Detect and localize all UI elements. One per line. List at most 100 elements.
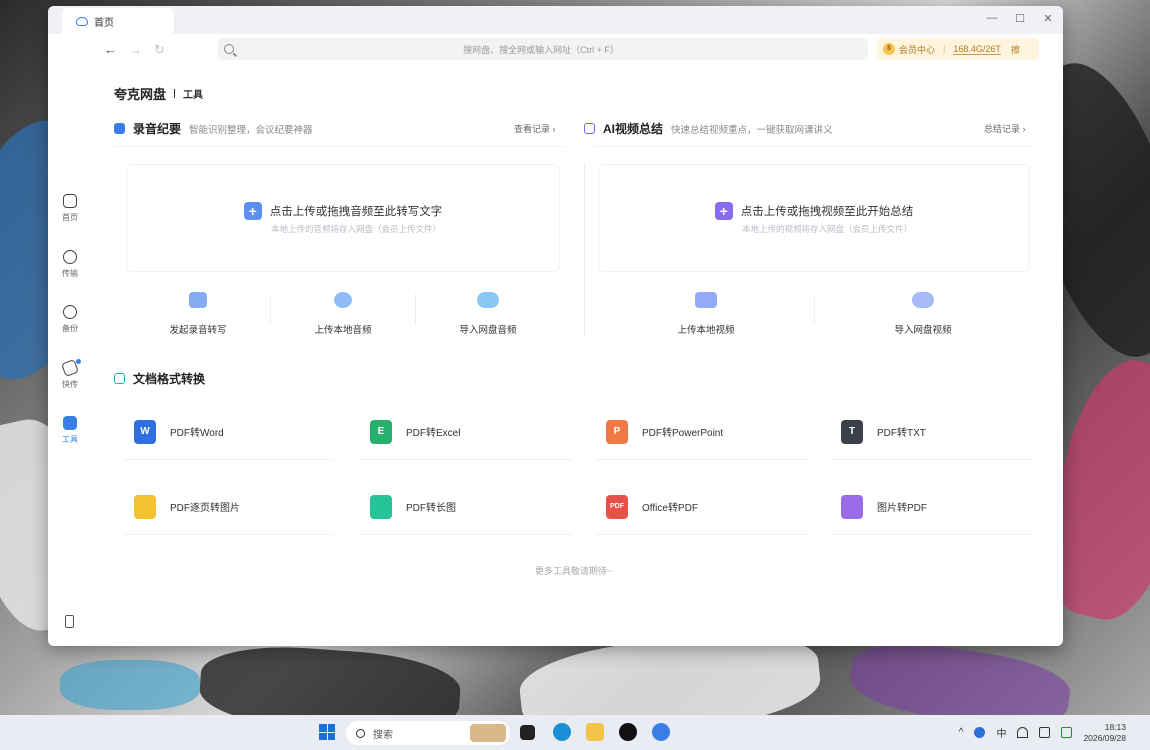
action-label: 发起录音转写 — [169, 325, 227, 336]
import-drive-audio-button[interactable]: 导入网盘音频 — [416, 292, 560, 336]
txt-icon: T — [841, 419, 863, 444]
edge-icon[interactable] — [553, 723, 571, 741]
sidebar-item-backup[interactable]: 备份 — [48, 305, 92, 334]
forward-arrow-icon[interactable]: → — [129, 42, 142, 58]
phone-icon[interactable] — [65, 615, 74, 628]
coin-icon: $ — [883, 43, 895, 55]
ai-video-desc: 快速总结视频重点，一键获取网课讲义 — [671, 124, 833, 136]
wifi-icon[interactable] — [1017, 727, 1029, 738]
upload-local-video-button[interactable]: 上传本地视频 — [598, 292, 814, 336]
sidebar-item-tools[interactable]: 工具 — [48, 416, 92, 445]
image-to-pdf-button[interactable]: 图片转PDF — [831, 479, 1034, 535]
sidebar-item-label: 工具 — [62, 435, 78, 444]
ai-video-actions: 上传本地视频 导入网盘视频 — [598, 292, 1031, 336]
action-label: 导入网盘音频 — [459, 325, 517, 336]
ai-video-title: AI视频总结 — [603, 122, 664, 136]
ai-video-history-link[interactable]: 总结记录 › — [984, 122, 1026, 135]
convert-label: PDF转TXT — [877, 428, 926, 439]
picture-pdf-icon — [841, 494, 863, 519]
maximize-button[interactable]: ☐ — [1013, 12, 1027, 25]
tools-icon — [63, 416, 77, 430]
vip-center-label[interactable]: 会员中心 — [899, 43, 935, 56]
excel-icon: E — [370, 419, 392, 444]
battery-icon[interactable] — [1061, 727, 1073, 738]
title-bar: 首页 — ☐ ✕ — [48, 6, 1063, 34]
convert-label: PDF转PowerPoint — [642, 428, 724, 439]
powerpoint-icon: P — [606, 419, 628, 444]
recording-title: 录音纪要 — [133, 122, 182, 136]
vip-extra[interactable]: 擦 — [1011, 43, 1020, 56]
recording-section-header: 录音纪要 智能识别整理，会议纪要神器 — [114, 120, 313, 137]
audio-disc-icon — [334, 292, 352, 308]
qq-icon[interactable] — [619, 723, 637, 741]
recording-actions: 发起录音转写 上传本地音频 导入网盘音频 — [126, 292, 560, 336]
convert-label: PDF转Excel — [406, 428, 461, 439]
file-explorer-icon[interactable] — [586, 723, 604, 741]
tray-app-icon[interactable] — [974, 727, 986, 738]
convert-label: PDF逐页转图片 — [170, 503, 240, 514]
quark-cloud-icon — [76, 16, 88, 26]
backup-icon — [63, 305, 77, 319]
tab-home[interactable]: 首页 — [62, 8, 174, 34]
page-title: 夸克网盘 — [114, 87, 167, 102]
sidebar-item-transfer[interactable]: 传输 — [48, 250, 92, 279]
sidebar-item-quick-send[interactable]: 快传 — [48, 359, 92, 390]
quark-drive-window: 首页 — ☐ ✕ ← → ↻ 搜网盘、搜全网或输入网址（Ctrl + F） $ … — [48, 6, 1063, 646]
upload-local-audio-button[interactable]: 上传本地音频 — [271, 292, 415, 336]
search-input[interactable]: 搜网盘、搜全网或输入网址（Ctrl + F） — [218, 38, 868, 60]
convert-title: 文档格式转换 — [133, 372, 206, 386]
sidebar-item-home[interactable]: 首页 — [48, 194, 92, 223]
long-image-icon — [370, 494, 392, 519]
audio-drop-zone[interactable]: + 点击上传或拖拽音频至此转写文字 本地上传的音频将存入网盘（会员上传文件） — [126, 164, 560, 272]
pdf-to-txt-button[interactable]: T PDF转TXT — [831, 404, 1034, 460]
vip-center[interactable]: $ 会员中心 | 168.4G/26T 擦 — [877, 38, 1039, 60]
video-drop-zone[interactable]: + 点击上传或拖拽视频至此开始总结 本地上传的视频将存入网盘（会员上传文件） — [598, 164, 1030, 272]
plus-icon: + — [714, 201, 733, 220]
recording-desc: 智能识别整理，会议纪要神器 — [189, 124, 313, 136]
page-subtitle: 工具 — [183, 90, 204, 101]
search-widget-image — [470, 724, 506, 742]
volume-icon[interactable] — [1039, 727, 1051, 738]
pdf-to-images-button[interactable]: PDF逐页转图片 — [124, 479, 334, 535]
close-button[interactable]: ✕ — [1041, 12, 1055, 25]
quark-drive-taskbar-icon[interactable] — [652, 723, 670, 741]
vip-separator: | — [943, 44, 946, 54]
windows-start-button[interactable] — [319, 724, 335, 740]
pdf-to-word-button[interactable]: W PDF转Word — [124, 404, 334, 460]
taskbar-search[interactable]: 搜索 — [346, 721, 510, 745]
sidebar-item-label: 快传 — [62, 380, 78, 389]
storage-usage[interactable]: 168.4G/26T — [953, 44, 1001, 55]
search-placeholder: 搜网盘、搜全网或输入网址（Ctrl + F） — [463, 44, 619, 55]
microphone-icon — [114, 123, 125, 134]
images-icon — [134, 494, 156, 519]
refresh-icon[interactable]: ↻ — [154, 42, 165, 58]
record-transcribe-button[interactable]: 发起录音转写 — [126, 292, 270, 336]
office-to-pdf-button[interactable]: PDF Office转PDF — [596, 479, 808, 535]
main-content: 夸克网盘 工具 录音纪要 智能识别整理，会议纪要神器 查看记录 › + 点击上传… — [114, 66, 1034, 646]
import-drive-video-button[interactable]: 导入网盘视频 — [815, 292, 1031, 336]
audio-drop-hint: 本地上传的音频将存入网盘（会员上传文件） — [270, 223, 441, 234]
chevron-up-icon[interactable]: ^ — [959, 727, 964, 738]
pdf-to-excel-button[interactable]: E PDF转Excel — [360, 404, 572, 460]
sidebar-item-label: 首页 — [62, 213, 78, 222]
page-header: 夸克网盘 工具 — [114, 84, 203, 103]
search-icon — [356, 728, 365, 738]
sidebar-item-label: 备份 — [62, 324, 78, 333]
task-view-icon[interactable] — [520, 725, 535, 740]
minimize-button[interactable]: — — [985, 12, 999, 25]
nav-bar: ← → ↻ 搜网盘、搜全网或输入网址（Ctrl + F） $ 会员中心 | 16… — [48, 34, 1063, 66]
pdf-to-powerpoint-button[interactable]: P PDF转PowerPoint — [596, 404, 808, 460]
ime-indicator[interactable]: 中 — [996, 725, 1006, 740]
action-label: 上传本地视频 — [677, 325, 735, 336]
audio-drop-label: 点击上传或拖拽音频至此转写文字 — [269, 205, 443, 218]
transfer-icon — [63, 250, 77, 264]
clock[interactable]: 18:13 2026/09/28 — [1083, 722, 1126, 744]
section-divider — [114, 146, 564, 147]
recording-history-link[interactable]: 查看记录 › — [514, 122, 556, 135]
convert-icon — [114, 373, 125, 384]
back-arrow-icon[interactable]: ← — [104, 42, 117, 58]
sidebar: 首页 传输 备份 快传 工具 — [48, 66, 92, 646]
pdf-to-long-image-button[interactable]: PDF转长图 — [360, 479, 572, 535]
convert-label: Office转PDF — [642, 503, 698, 514]
window-controls: — ☐ ✕ — [985, 12, 1055, 25]
